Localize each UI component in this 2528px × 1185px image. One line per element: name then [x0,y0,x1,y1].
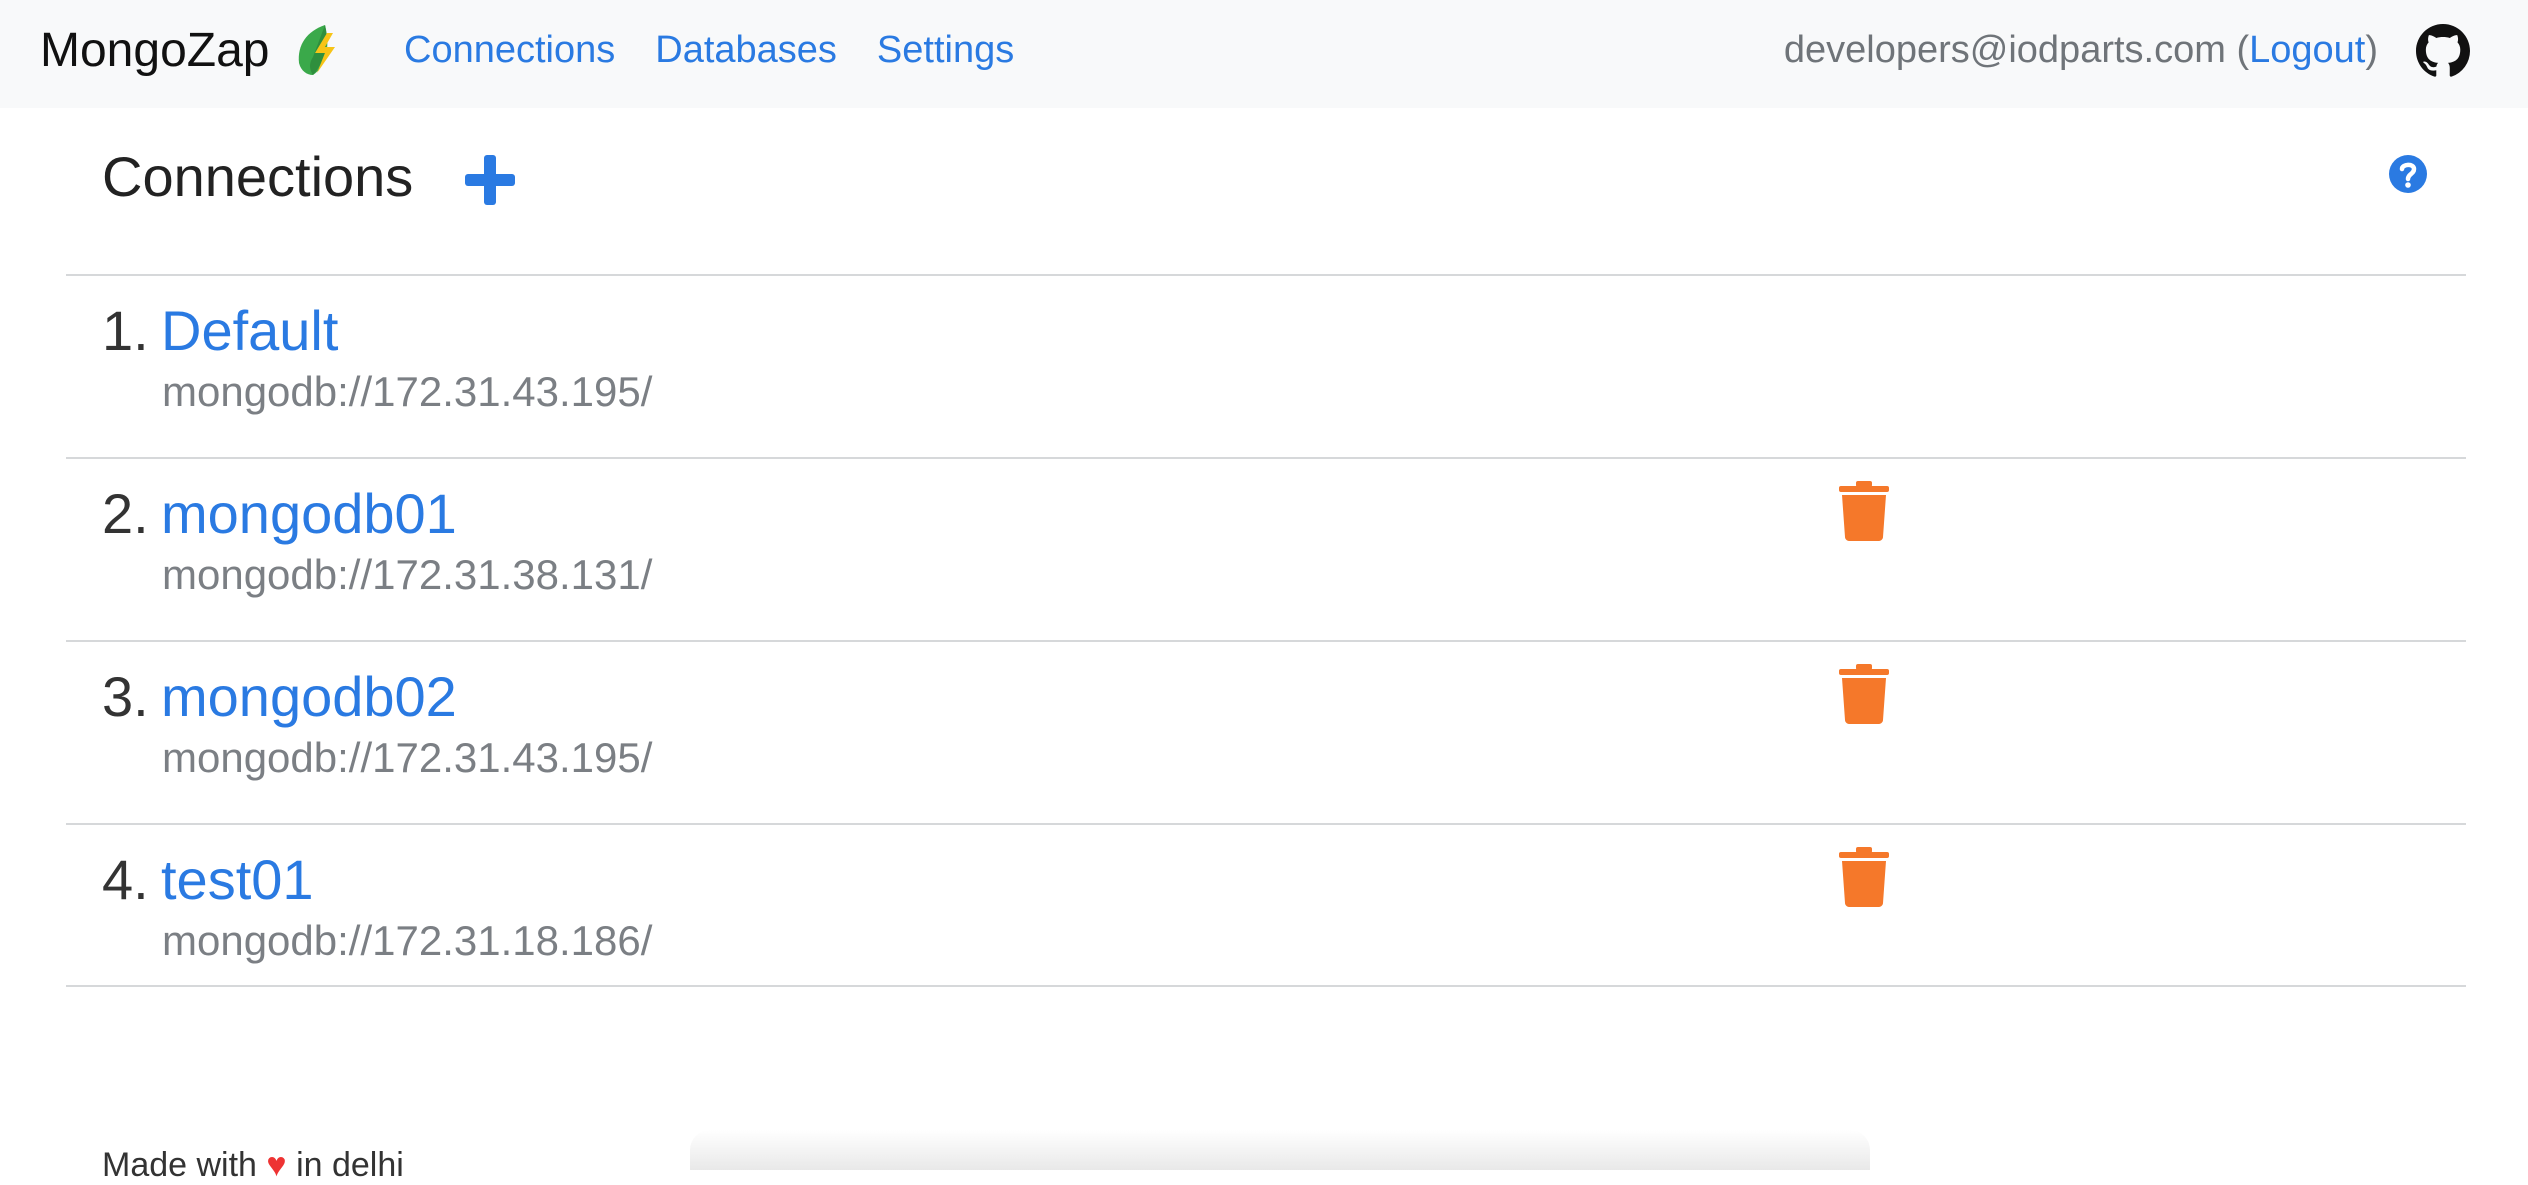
footer-location: in delhi [296,1146,404,1184]
connection-name-link[interactable]: test01 [161,847,314,912]
footer-text: Made with ♥ in delhi [102,1146,404,1185]
delete-connection-button[interactable] [1838,847,1890,907]
item-number: 1. [102,299,149,362]
delete-connection-button[interactable] [1838,481,1890,541]
connection-url: mongodb://172.31.43.195/ [162,368,653,415]
connections-list: 1. Default mongodb://172.31.43.195/ 2. m… [66,274,2466,987]
paren-close: ) [2365,28,2378,71]
connection-url: mongodb://172.31.38.131/ [162,551,653,598]
trash-icon [1839,847,1889,907]
trash-icon [1839,481,1889,541]
user-area: developers@iodparts.com ( Logout ) [1784,0,2378,100]
list-item: 2. mongodb01 mongodb://172.31.38.131/ [66,459,2466,642]
bottom-shadow [690,1130,1870,1170]
nav-settings[interactable]: Settings [877,29,1014,72]
list-item: 1. Default mongodb://172.31.43.195/ [66,276,2466,459]
footer-made-with: Made with [102,1146,257,1184]
nav-connections[interactable]: Connections [404,29,615,72]
help-button[interactable] [2388,154,2428,194]
item-number: 3. [102,665,149,728]
brand[interactable]: MongoZap [40,0,339,100]
item-number: 2. [102,482,149,545]
github-icon[interactable] [2416,24,2470,78]
paren-open: ( [2225,28,2250,71]
list-item: 3. mongodb02 mongodb://172.31.43.195/ [66,642,2466,825]
connection-name-link[interactable]: Default [161,298,338,363]
user-email: developers@iodparts.com [1783,28,2226,71]
item-number: 4. [102,848,149,911]
delete-connection-button[interactable] [1838,664,1890,724]
main-nav: Connections Databases Settings [404,0,1054,100]
connection-url: mongodb://172.31.43.195/ [162,734,653,781]
list-item: 4. test01 mongodb://172.31.18.186/ [66,825,2466,987]
nav-databases[interactable]: Databases [655,29,837,72]
trash-icon [1839,664,1889,724]
brand-name: MongoZap [40,23,270,77]
question-circle-icon [2389,155,2427,193]
connection-url: mongodb://172.31.18.186/ [162,917,653,964]
connection-name-link[interactable]: mongodb02 [161,664,457,729]
leaf-bolt-icon [295,23,339,77]
heart-icon: ♥ [266,1146,287,1184]
plus-icon [465,155,515,205]
add-connection-button[interactable] [462,152,518,208]
logout-link[interactable]: Logout [2249,29,2365,72]
connection-name-link[interactable]: mongodb01 [161,481,457,546]
top-navbar: MongoZap Connections Databases Settings … [0,0,2528,108]
page-title: Connections [102,145,414,208]
